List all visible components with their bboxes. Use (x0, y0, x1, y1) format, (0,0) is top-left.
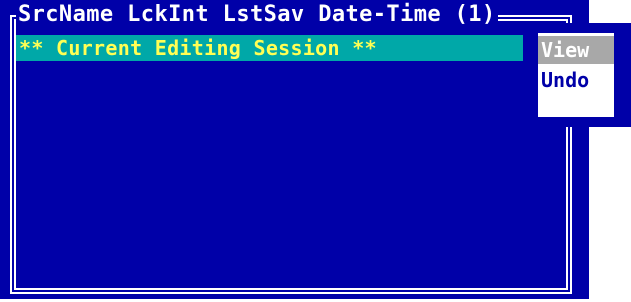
menu-item-undo[interactable]: Undo (538, 66, 614, 94)
session-list[interactable]: ** Current Editing Session ** (16, 35, 566, 287)
menu-item-view[interactable]: View (538, 36, 614, 64)
session-list-window: SrcName LckInt LstSav Date-Time (1) ** C… (0, 0, 589, 299)
list-item-current-session[interactable]: ** Current Editing Session ** (16, 35, 523, 61)
action-menu: View Undo (527, 23, 631, 127)
window-title: SrcName LckInt LstSav Date-Time (1) (16, 1, 498, 29)
menu-panel: View Undo (538, 33, 614, 117)
dos-screen: SrcName LckInt LstSav Date-Time (1) ** C… (0, 0, 631, 302)
